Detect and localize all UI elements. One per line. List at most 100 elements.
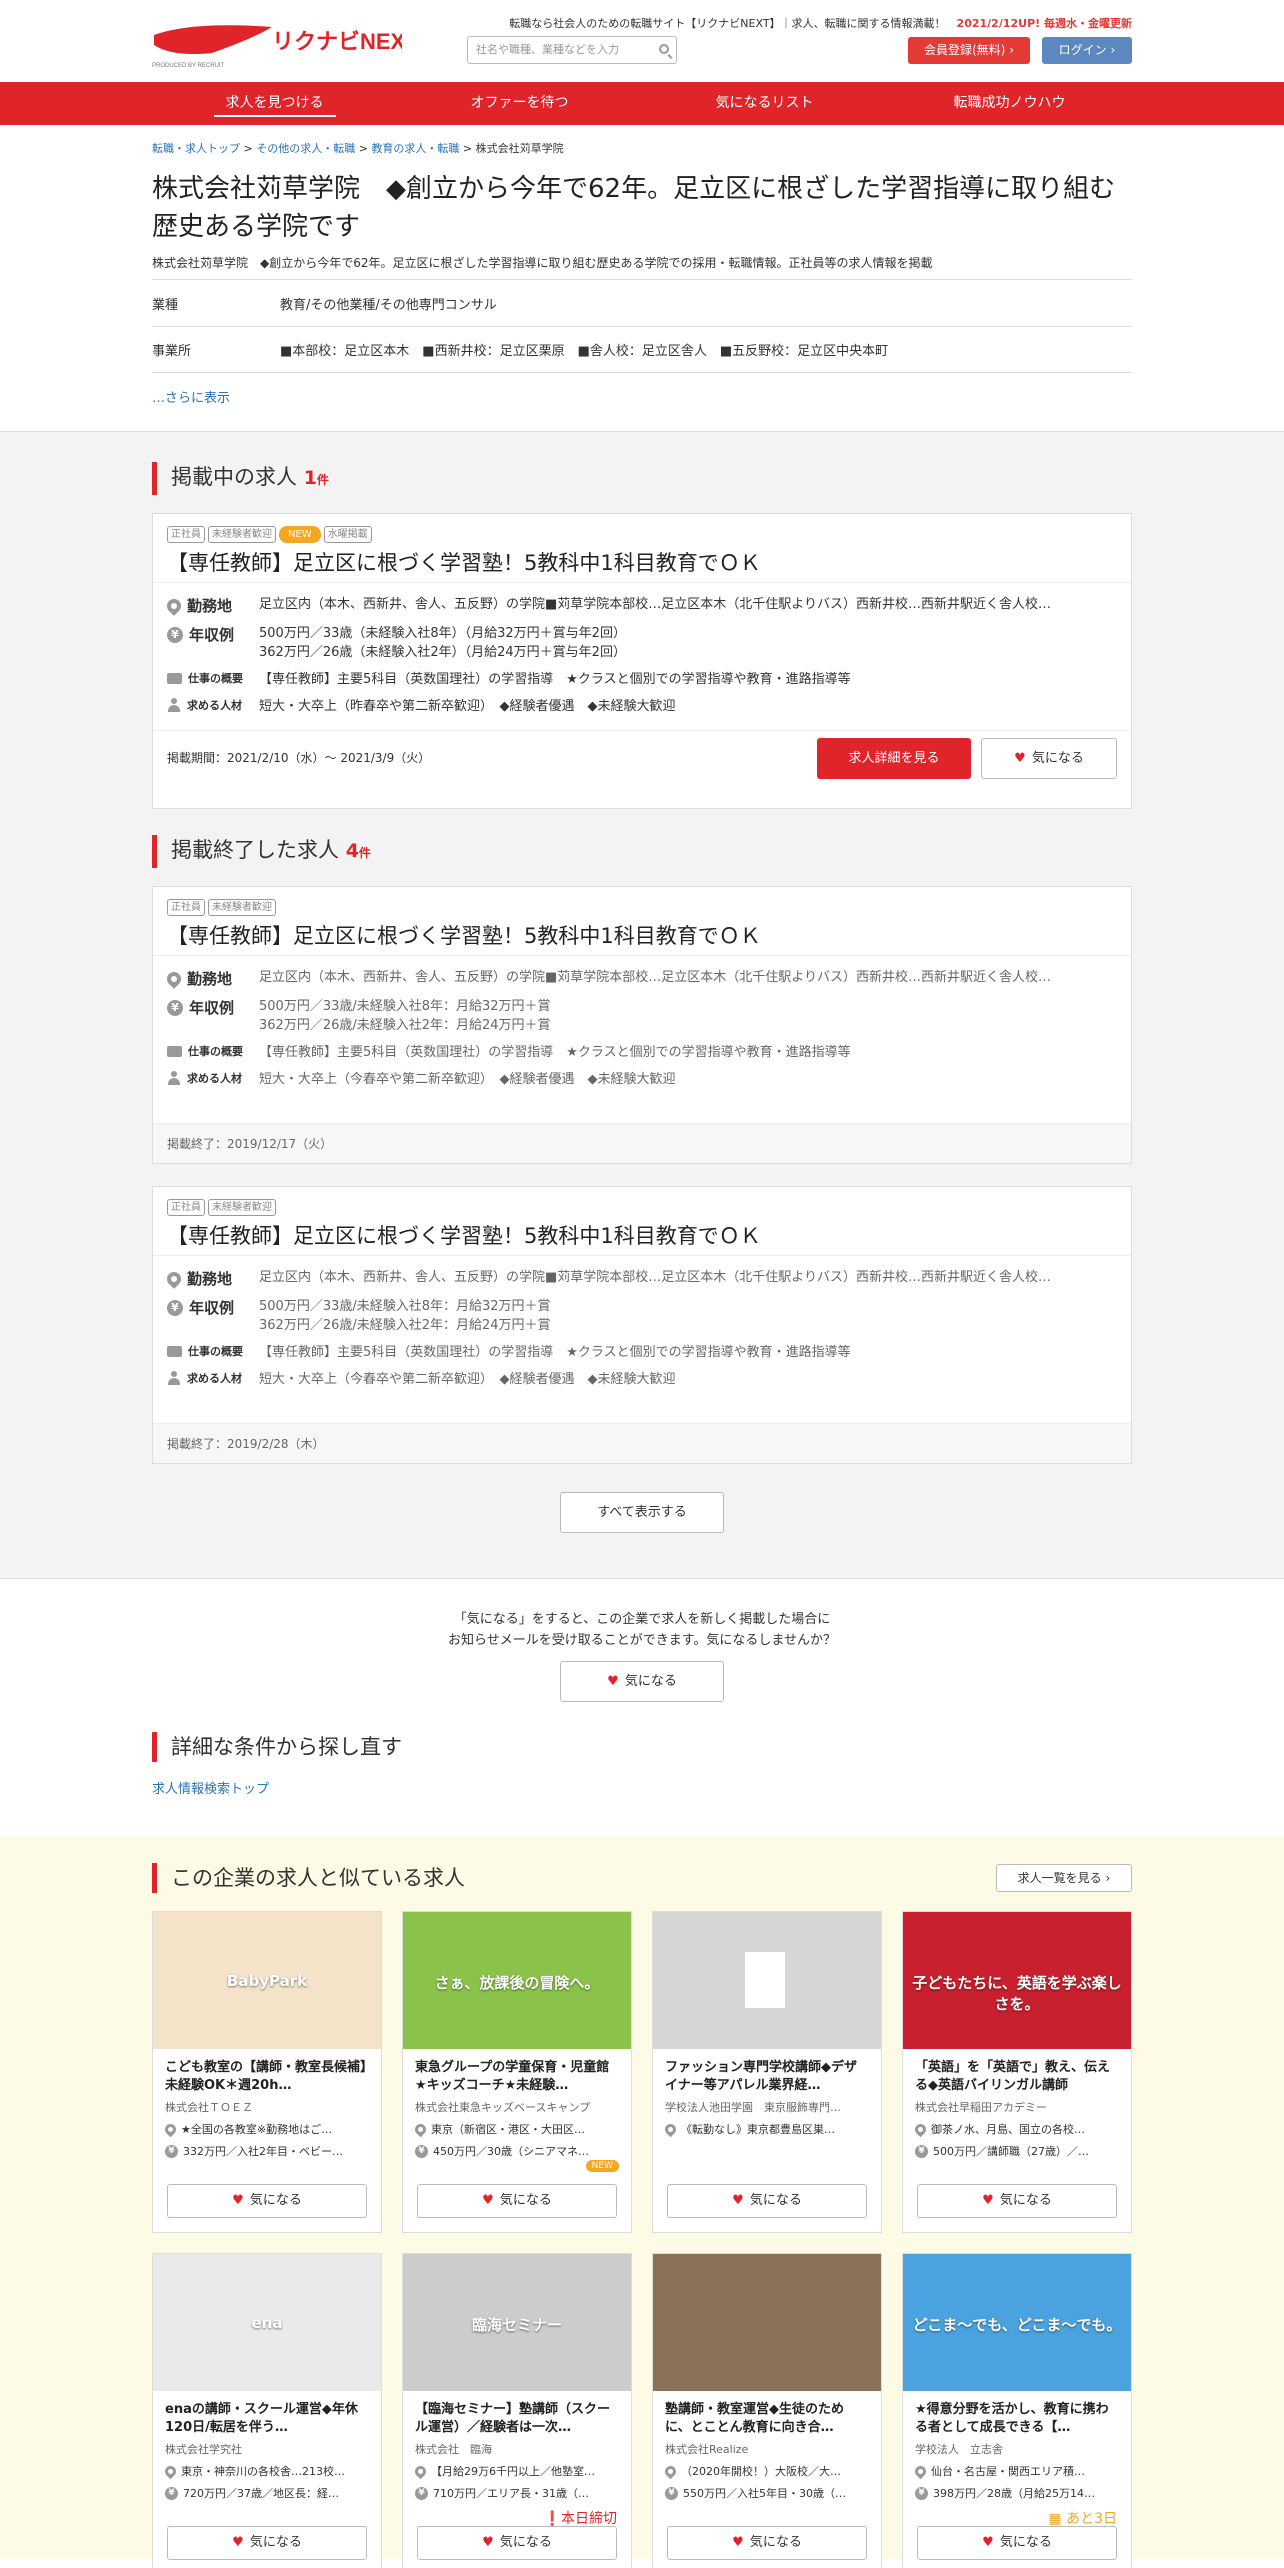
briefcase-icon bbox=[167, 672, 182, 684]
heart-icon: ♥ bbox=[607, 1674, 619, 1689]
search-input[interactable]: 社名や職種、業種などを入力 bbox=[467, 36, 677, 64]
similar-job-card[interactable]: 臨海セミナー 【臨海セミナー】塾講師（スクール運営）／経験者は一次… 株式会社 臨海… bbox=[402, 2253, 632, 2568]
tag-inexperienced: 未経験者歓迎 bbox=[208, 899, 276, 916]
active-jobs-heading: 掲載中の求人 1件 bbox=[152, 462, 1132, 495]
job-image[interactable] bbox=[653, 2254, 881, 2391]
job-title[interactable]: enaの講師・スクール運営◆年休120日/転居を伴う… bbox=[153, 2391, 381, 2437]
heart-icon: ♥ bbox=[1014, 751, 1026, 766]
job-title[interactable]: 【専任教師】足立区に根づく学習塾！5教科中1科目教育でＯＫ bbox=[153, 543, 1131, 583]
building-icon bbox=[745, 1952, 785, 2008]
ended-job-card[interactable]: 正社員 未経験者歓迎 【専任教師】足立区に根づく学習塾！5教科中1科目教育でＯＫ… bbox=[152, 1186, 1132, 1464]
active-job-card[interactable]: 正社員 未経験者歓迎 NEW 水曜掲載 【専任教師】足立区に根づく学習塾！5教科… bbox=[152, 513, 1132, 809]
person-icon bbox=[167, 698, 181, 712]
job-wanted: 短大・大卒上（今春卒や第二新卒歓迎） ◆経験者優遇 ◆未経験大歓迎 bbox=[259, 1372, 676, 1387]
breadcrumb-link[interactable]: その他の求人・転職 bbox=[256, 142, 355, 155]
job-title[interactable]: ★得意分野を活かし、教育に携わる者として成長できる【… bbox=[903, 2391, 1131, 2437]
job-detail-button[interactable]: 求人詳細を見る bbox=[817, 738, 971, 779]
new-badge: NEW bbox=[585, 2160, 619, 2172]
favorite-button[interactable]: ♥ 気になる bbox=[667, 2526, 867, 2560]
job-salary: 500万円／33歳/未経験入社8年：月給32万円＋賞 362万円／26歳/未経験入… bbox=[259, 1299, 551, 1333]
job-list-button[interactable]: 求人一覧を見る › bbox=[996, 1864, 1132, 1892]
favorite-note: 「気になる」をすると、この企業で求人を新しく掲載した場合に お知らせメールを受け取… bbox=[447, 1612, 837, 1648]
location-icon bbox=[662, 2121, 679, 2137]
job-title[interactable]: ファッション専門学校講師◆デザイナー等アパレル業界経… bbox=[653, 2049, 881, 2095]
job-title[interactable]: 【臨海セミナー】塾講師（スクール運営）／経験者は一次… bbox=[403, 2391, 631, 2437]
calendar-icon: ▦ bbox=[1048, 2511, 1062, 2527]
favorite-button[interactable]: ♥ 気になる bbox=[917, 2526, 1117, 2560]
similar-job-card[interactable]: BabyPark こども教室の【講師・教室長候補】未経験OK＊週20h… 株式会社Ｔ… bbox=[152, 1911, 382, 2233]
job-title[interactable]: こども教室の【講師・教室長候補】未経験OK＊週20h… bbox=[153, 2049, 381, 2095]
job-image[interactable]: さぁ、放課後の冒険へ。 bbox=[403, 1912, 631, 2049]
similar-job-card[interactable]: ena enaの講師・スクール運営◆年休120日/転居を伴う… 株式会社学究社 東京・… bbox=[152, 2253, 382, 2568]
job-salary: 550万円／入社5年目・30歳（… bbox=[683, 2487, 846, 2500]
job-summary: 【専任教師】主要5科目（英数国理社）の学習指導 ★クラスと個別での学習指導や教育… bbox=[259, 1345, 851, 1360]
job-location: 【月給29万6千円以上／他塾室… bbox=[431, 2465, 595, 2478]
job-image[interactable]: 子どもたちに、英語を学ぶ楽しさを。 bbox=[903, 1912, 1131, 2049]
login-button[interactable]: ログイン › bbox=[1042, 37, 1132, 64]
job-wanted: 短大・大卒上（昨春卒や第二新卒歓迎） ◆経験者優遇 ◆未経験大歓迎 bbox=[259, 699, 676, 714]
favorite-button[interactable]: ♥ 気になる bbox=[417, 2184, 617, 2218]
similar-jobs-grid: BabyPark こども教室の【講師・教室長候補】未経験OK＊週20h… 株式会社Ｔ… bbox=[152, 1911, 1132, 2568]
deadline-badge: ▦ あと3日 bbox=[1048, 2511, 1117, 2527]
site-logo[interactable]: リクナビNEXT PRODUCED BY RECRUIT bbox=[152, 17, 419, 69]
job-location: （2020年開校！）大阪校／大… bbox=[681, 2465, 841, 2478]
job-location: 仙台・名古屋・関西エリア積… bbox=[931, 2465, 1085, 2478]
nav-offers[interactable]: オファーを待つ bbox=[397, 82, 642, 125]
favorite-button[interactable]: ♥ 気になる bbox=[667, 2184, 867, 2218]
favorite-button[interactable]: ♥ 気になる bbox=[917, 2184, 1117, 2218]
job-image[interactable]: ena bbox=[153, 2254, 381, 2391]
job-image-caption: ena bbox=[251, 2314, 283, 2333]
nav-knowhow[interactable]: 転職成功ノウハウ bbox=[887, 82, 1132, 125]
similar-job-card[interactable]: 塾講師・教室運営◆生徒のために、とことん教育に向き合… 株式会社Realize （2… bbox=[652, 2253, 882, 2568]
job-salary: 332万円／入社2年目・ベビー… bbox=[183, 2145, 343, 2158]
tag-fulltime: 正社員 bbox=[167, 899, 205, 916]
job-wanted: 短大・大卒上（今春卒や第二新卒歓迎） ◆経験者優遇 ◆未経験大歓迎 bbox=[259, 1072, 676, 1087]
job-title[interactable]: 東急グループの学童保育・児童館★キッズコーチ★未経験… bbox=[403, 2049, 631, 2095]
nav-favorites[interactable]: 気になるリスト bbox=[642, 82, 887, 125]
breadcrumb-link[interactable]: 転職・求人トップ bbox=[152, 142, 240, 155]
yen-icon: ¥ bbox=[415, 2486, 428, 2500]
register-button[interactable]: 会員登録(無料) › bbox=[908, 37, 1030, 64]
similar-job-card[interactable]: ファッション専門学校講師◆デザイナー等アパレル業界経… 学校法人池田学園 東京服飾… bbox=[652, 1911, 882, 2233]
favorite-button[interactable]: ♥ 気になる bbox=[417, 2526, 617, 2560]
job-image[interactable] bbox=[653, 1912, 881, 2049]
similar-job-card[interactable]: さぁ、放課後の冒険へ。 東急グループの学童保育・児童館★キッズコーチ★未経験… 株式… bbox=[402, 1911, 632, 2233]
job-image[interactable]: どこま〜でも、どこま〜でも。 bbox=[903, 2254, 1131, 2391]
ended-job-card[interactable]: 正社員 未経験者歓迎 【専任教師】足立区に根づく学習塾！5教科中1科目教育でＯＫ… bbox=[152, 886, 1132, 1164]
search-icon[interactable] bbox=[659, 44, 669, 54]
job-title[interactable]: 塾講師・教室運営◆生徒のために、とことん教育に向き合… bbox=[653, 2391, 881, 2437]
heart-icon: ♥ bbox=[982, 2193, 994, 2208]
job-title[interactable]: 【専任教師】足立区に根づく学習塾！5教科中1科目教育でＯＫ bbox=[153, 1216, 1131, 1256]
favorite-button[interactable]: ♥ 気になる bbox=[167, 2526, 367, 2560]
deadline-badge: ❗本日締切 bbox=[543, 2511, 617, 2527]
yen-icon: ¥ bbox=[167, 1299, 183, 1316]
company-favorite-button[interactable]: ♥ 気になる bbox=[560, 1661, 724, 1702]
heart-icon: ♥ bbox=[732, 2193, 744, 2208]
show-all-button[interactable]: すべて表示する bbox=[560, 1492, 724, 1533]
job-location: 御茶ノ水、月島、国立の各校… bbox=[931, 2123, 1085, 2136]
company-subtitle: 株式会社苅草学院 ◆創立から今年で62年。足立区に根ざした学習指導に取り組む歴史… bbox=[152, 256, 933, 270]
search-top-link[interactable]: 求人情報検索トップ bbox=[152, 1778, 1132, 1797]
job-salary: 720万円／37歳／地区長：経… bbox=[183, 2487, 339, 2500]
similar-job-card[interactable]: 子どもたちに、英語を学ぶ楽しさを。 「英語」を「英語で」教え、伝える◆英語バイリン… bbox=[902, 1911, 1132, 2233]
similar-jobs-section: この企業の求人と似ている求人 求人一覧を見る › BabyPark こども教室の【… bbox=[0, 1835, 1284, 2568]
job-title[interactable]: 「英語」を「英語で」教え、伝える◆英語バイリンガル講師 bbox=[903, 2049, 1131, 2095]
briefcase-icon bbox=[167, 1045, 182, 1057]
person-icon bbox=[167, 1071, 181, 1085]
yen-icon: ¥ bbox=[915, 2486, 928, 2500]
job-summary: 【専任教師】主要5科目（英数国理社）の学習指導 ★クラスと個別での学習指導や教育… bbox=[259, 1045, 851, 1060]
job-image[interactable]: 臨海セミナー bbox=[403, 2254, 631, 2391]
breadcrumb-link[interactable]: 教育の求人・転職 bbox=[371, 142, 459, 155]
similar-jobs-heading: この企業の求人と似ている求人 bbox=[152, 1863, 465, 1893]
favorite-button[interactable]: ♥ 気になる bbox=[981, 738, 1117, 779]
similar-job-card[interactable]: どこま〜でも、どこま〜でも。 ★得意分野を活かし、教育に携わる者として成長できる【… bbox=[902, 2253, 1132, 2568]
job-image[interactable]: BabyPark bbox=[153, 1912, 381, 2049]
nav-find-jobs[interactable]: 求人を見つける bbox=[152, 82, 397, 125]
svg-text:PRODUCED BY RECRUIT: PRODUCED BY RECRUIT bbox=[152, 63, 225, 69]
job-title[interactable]: 【専任教師】足立区に根づく学習塾！5教科中1科目教育でＯＫ bbox=[153, 916, 1131, 956]
company-name: 株式会社ＴＯＥＺ bbox=[165, 2101, 253, 2114]
favorite-button[interactable]: ♥ 気になる bbox=[167, 2184, 367, 2218]
company-name: 株式会社学究社 bbox=[165, 2443, 242, 2456]
job-ended-date: 掲載終了：2019/12/17（火） bbox=[167, 1137, 333, 1151]
show-more-link[interactable]: …さらに表示 bbox=[152, 387, 1132, 406]
